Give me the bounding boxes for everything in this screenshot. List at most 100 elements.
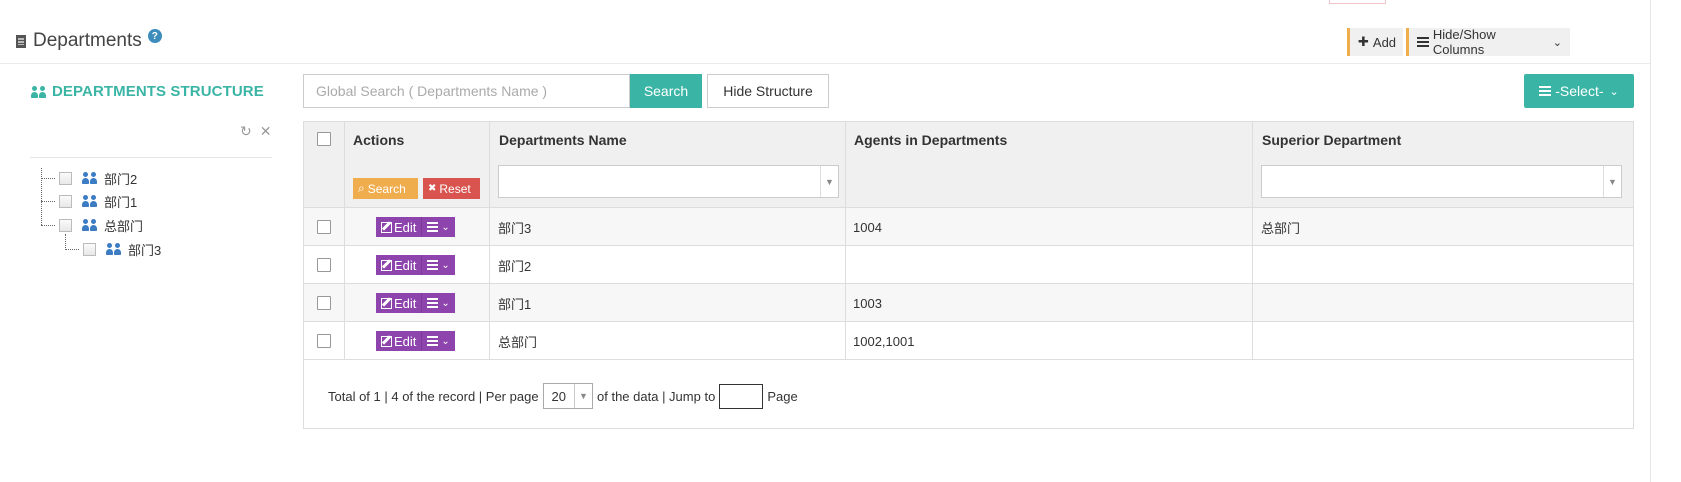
select-dropdown-button[interactable]: -Select- ⌄ <box>1524 74 1634 108</box>
tree-tools: ↻ ✕ <box>240 123 271 140</box>
hide-structure-button[interactable]: Hide Structure <box>707 74 829 108</box>
list-icon <box>427 222 439 232</box>
edit-button[interactable]: Edit <box>376 331 423 351</box>
tree-node[interactable]: 总部门 <box>41 216 143 234</box>
edit-button-group: Edit ⌄ <box>376 217 455 237</box>
tree-connector <box>41 177 55 179</box>
filter-reset-button[interactable]: ✖ Reset <box>423 178 480 199</box>
select-all-checkbox[interactable] <box>317 132 331 146</box>
column-separator <box>845 122 846 360</box>
dropdown-caret-icon: ▼ <box>574 384 592 408</box>
per-page-value: 20 <box>551 388 567 404</box>
building-icon <box>16 34 26 48</box>
page-title: Departments ? <box>16 29 162 52</box>
add-button[interactable]: ✚ Add <box>1347 28 1403 56</box>
jump-to-page-input[interactable] <box>719 383 764 409</box>
edit-button-group: Edit ⌄ <box>376 293 455 313</box>
column-separator <box>344 122 345 360</box>
superior-cell: 总部门 <box>1261 220 1301 236</box>
pagination-jump-text: of the data | Jump to <box>597 388 716 404</box>
chevron-down-icon: ⌄ <box>441 221 450 233</box>
tree-node[interactable]: 部门2 <box>41 169 137 187</box>
tree-node-label: 部门1 <box>104 194 138 210</box>
chevron-down-icon: ⌄ <box>441 335 450 347</box>
hide-show-columns-button[interactable]: Hide/Show Columns ⌄ <box>1406 27 1570 57</box>
table-row: Edit ⌄ 部门1 1003 <box>304 284 1633 322</box>
department-name-cell: 总部门 <box>498 334 538 350</box>
tree-connector <box>41 200 55 202</box>
refresh-icon[interactable]: ↻ <box>240 123 252 140</box>
filter-search-button[interactable]: ⌕ Search <box>353 178 418 199</box>
list-icon <box>1417 37 1429 47</box>
tree-node-label: 部门2 <box>104 171 138 187</box>
edit-icon <box>381 297 392 309</box>
table-row: Edit ⌄ 部门2 <box>304 246 1633 284</box>
tree-connector <box>41 224 55 226</box>
agents-cell: 1003 <box>853 295 882 311</box>
list-icon <box>427 336 439 346</box>
department-name-cell: 部门2 <box>498 258 532 274</box>
dropdown-caret-icon: ▼ <box>820 166 838 197</box>
column-header-agents[interactable]: Agents in Departments <box>854 132 1007 148</box>
row-menu-button[interactable]: ⌄ <box>422 293 454 313</box>
tree-checkbox[interactable] <box>59 171 72 185</box>
filter-search-label: Search <box>367 181 406 196</box>
row-checkbox[interactable] <box>317 334 331 348</box>
add-button-label: Add <box>1372 34 1397 50</box>
tree-node[interactable]: 部门1 <box>41 192 137 210</box>
hide-show-columns-label: Hide/Show Columns <box>1432 27 1496 57</box>
help-icon[interactable]: ? <box>147 29 162 43</box>
tree-checkbox[interactable] <box>83 242 96 256</box>
superior-department-filter[interactable]: ▼ <box>1261 165 1622 198</box>
department-name-filter[interactable]: ▼ <box>498 165 839 198</box>
users-icon <box>82 172 98 184</box>
edit-button[interactable]: Edit <box>376 255 423 275</box>
tree-checkbox[interactable] <box>59 194 72 208</box>
edit-button-group: Edit ⌄ <box>376 255 455 275</box>
table-row: Edit ⌄ 部门3 1004 总部门 <box>304 208 1633 246</box>
row-checkbox[interactable] <box>317 296 331 310</box>
column-header-name[interactable]: Departments Name <box>499 132 627 148</box>
row-checkbox[interactable] <box>317 258 331 272</box>
edit-icon <box>381 221 392 233</box>
page-header: Departments ? ✚ Add Hide/Show Columns ⌄ <box>0 26 1650 64</box>
tree-node-label: 总部门 <box>104 218 144 234</box>
column-header-actions: Actions <box>353 132 405 148</box>
department-name-cell: 部门3 <box>498 220 532 236</box>
edit-icon <box>381 335 392 347</box>
row-menu-button[interactable]: ⌄ <box>422 331 454 351</box>
chevron-down-icon: ⌄ <box>1552 36 1562 49</box>
list-icon <box>1539 86 1552 96</box>
edit-button-group: Edit ⌄ <box>376 331 455 351</box>
dropdown-caret-icon: ▼ <box>1603 166 1621 197</box>
users-icon <box>82 219 98 231</box>
table-row: Edit ⌄ 总部门 1002,1001 <box>304 322 1633 360</box>
structure-title-text: DEPARTMENTS STRUCTURE <box>52 83 264 100</box>
row-checkbox[interactable] <box>317 220 331 234</box>
edit-button[interactable]: Edit <box>376 293 423 313</box>
plus-icon: ✚ <box>1358 34 1369 49</box>
tree-node[interactable]: 部门3 <box>65 240 161 258</box>
close-icon[interactable]: ✕ <box>260 123 272 140</box>
column-separator <box>1252 122 1253 360</box>
users-icon <box>106 243 122 255</box>
column-header-superior[interactable]: Superior Department <box>1262 132 1401 148</box>
department-name-cell: 部门1 <box>498 296 532 312</box>
per-page-select[interactable]: 20 ▼ <box>542 383 594 409</box>
global-search-input[interactable] <box>303 74 630 108</box>
table-header: Actions Departments Name Agents in Depar… <box>304 122 1633 208</box>
edit-label: Edit <box>394 219 417 235</box>
search-icon: ⌕ <box>358 181 365 195</box>
column-separator <box>489 122 490 360</box>
chevron-down-icon: ⌄ <box>1609 85 1619 98</box>
tree-checkbox[interactable] <box>59 218 72 232</box>
scrollbar-track[interactable] <box>1650 0 1651 482</box>
pagination: Total of 1 | 4 of the record | Per page … <box>328 383 798 409</box>
row-menu-button[interactable]: ⌄ <box>422 217 454 237</box>
row-menu-button[interactable]: ⌄ <box>422 255 454 275</box>
chevron-down-icon: ⌄ <box>441 259 450 271</box>
departments-table: Actions Departments Name Agents in Depar… <box>303 121 1634 429</box>
edit-button[interactable]: Edit <box>376 217 423 237</box>
search-button[interactable]: Search <box>630 74 702 108</box>
agents-cell: 1002,1001 <box>853 333 915 349</box>
